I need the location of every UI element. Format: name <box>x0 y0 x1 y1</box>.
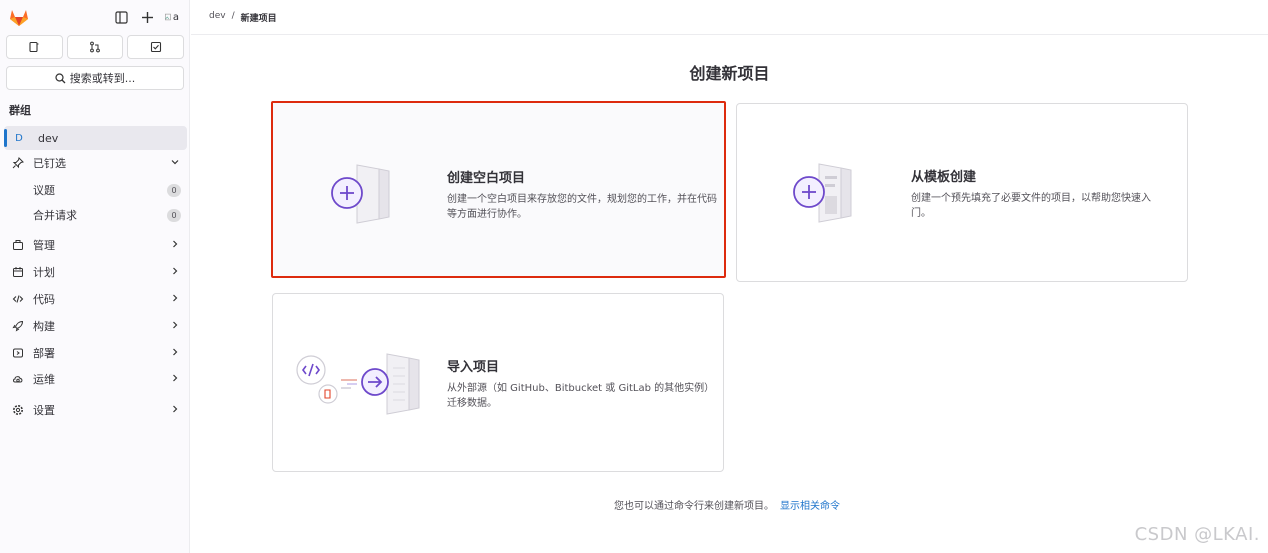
footer-note: 您也可以通过命令行来创建新项目。 显示相关命令 <box>614 497 840 512</box>
breadcrumb-item-dev[interactable]: dev <box>209 11 226 24</box>
chevron-right-icon <box>173 267 178 275</box>
sidebar-item-group-dev[interactable]: D dev <box>4 126 187 150</box>
sidebar-top: a <box>8 7 185 29</box>
card-title: 导入项目 <box>447 360 500 375</box>
group-name: dev <box>38 131 59 145</box>
sidebar: a 搜索或转到... 群组 D dev 已钉选 议题 0 合并请求 0 管理 计… <box>0 0 190 553</box>
sidebar-item-label: 管理 <box>33 239 55 252</box>
active-indicator <box>4 129 7 147</box>
sidebar-item-manage[interactable]: 管理 <box>4 233 187 257</box>
count-badge: 0 <box>167 184 181 197</box>
chevron-right-icon <box>173 348 178 356</box>
header-divider <box>191 34 1268 35</box>
search-icon <box>55 72 66 83</box>
create-blank-project-card[interactable]: 创建空白项目 创建一个空白项目来存放您的文件，规划您的工作，并在代码等方面进行协… <box>271 101 726 278</box>
group-initial-avatar: D <box>15 132 23 144</box>
sidebar-item-operate[interactable]: 运维 <box>4 367 187 391</box>
sidebar-item-label: 构建 <box>33 320 55 333</box>
sidebar-item-deploy[interactable]: 部署 <box>4 341 187 365</box>
gitlab-logo-icon[interactable] <box>8 7 30 27</box>
sidebar-item-label: 运维 <box>33 373 55 386</box>
calendar-icon <box>11 265 25 279</box>
chevron-right-icon <box>173 374 178 382</box>
watermark: CSDN @LKAI. <box>1134 524 1260 545</box>
deploy-icon <box>11 346 25 360</box>
import-project-card[interactable]: 导入项目 从外部源（如 GitHub、Bitbucket 或 GitLab 的其… <box>272 293 724 472</box>
import-illustration-icon <box>296 353 420 415</box>
avatar-alt-text: a <box>172 11 179 23</box>
card-title: 创建空白项目 <box>447 171 526 186</box>
todo-button[interactable] <box>127 35 185 59</box>
code-icon <box>11 292 25 306</box>
sidebar-item-merge-requests[interactable]: 合并请求 0 <box>4 203 187 227</box>
sidebar-item-label: 部署 <box>33 347 55 360</box>
sidebar-item-pinned[interactable]: 已钉选 <box>4 151 187 175</box>
pin-icon <box>11 156 25 170</box>
issues-icon <box>29 41 39 53</box>
sidebar-top-actions: a <box>113 8 181 26</box>
sidebar-item-label: 设置 <box>33 404 55 417</box>
sidebar-item-code[interactable]: 代码 <box>4 287 187 311</box>
chevron-down-icon <box>171 160 179 165</box>
chevron-right-icon <box>173 294 178 302</box>
chevron-right-icon <box>173 405 178 413</box>
sidebar-item-label: 合并请求 <box>33 209 77 222</box>
avatar[interactable]: a <box>165 8 181 26</box>
create-from-template-card[interactable]: 从模板创建 创建一个预先填充了必要文件的项目，以帮助您快速入门。 <box>736 103 1188 282</box>
rocket-icon <box>11 319 25 333</box>
sidebar-item-label: 已钉选 <box>33 157 66 170</box>
blank-project-illustration-icon <box>331 164 390 224</box>
search-button[interactable]: 搜索或转到... <box>6 66 184 90</box>
quick-actions <box>6 35 185 59</box>
merge-requests-button[interactable] <box>66 35 124 59</box>
count-badge: 0 <box>167 209 181 222</box>
sidebar-item-issues[interactable]: 议题 0 <box>4 178 187 202</box>
show-commands-link[interactable]: 显示相关命令 <box>780 501 840 512</box>
chevron-right-icon <box>173 321 178 329</box>
merge-request-icon <box>90 41 100 53</box>
cloud-gear-icon <box>11 372 25 386</box>
briefcase-icon <box>11 238 25 252</box>
collapse-sidebar-icon[interactable] <box>113 8 129 26</box>
sidebar-item-label: 代码 <box>33 293 55 306</box>
search-label: 搜索或转到... <box>69 72 136 85</box>
plus-icon[interactable] <box>139 8 155 26</box>
card-description: 从外部源（如 GitHub、Bitbucket 或 GitLab 的其他实例）迁… <box>447 383 715 409</box>
card-description: 创建一个空白项目来存放您的文件，规划您的工作，并在代码等方面进行协作。 <box>447 194 717 220</box>
card-title: 从模板创建 <box>911 170 977 185</box>
page-title: 创建新项目 <box>689 64 770 83</box>
footer-note-text: 您也可以通过命令行来创建新项目。 <box>614 501 774 512</box>
gear-icon <box>11 403 25 417</box>
card-description: 创建一个预先填充了必要文件的项目，以帮助您快速入门。 <box>911 193 1151 219</box>
breadcrumb-item-current[interactable]: 新建项目 <box>241 11 277 24</box>
sidebar-item-settings[interactable]: 设置 <box>4 398 187 422</box>
breadcrumb-separator: / <box>231 11 235 21</box>
sidebar-item-label: 议题 <box>33 184 55 197</box>
sidebar-item-build[interactable]: 构建 <box>4 314 187 338</box>
section-label-groups: 群组 <box>9 104 31 117</box>
issues-button[interactable] <box>6 35 63 59</box>
chevron-right-icon <box>173 240 178 248</box>
template-illustration-icon <box>793 163 852 223</box>
sidebar-item-label: 计划 <box>33 266 55 279</box>
sidebar-item-plan[interactable]: 计划 <box>4 260 187 284</box>
todo-icon <box>150 41 161 53</box>
breadcrumb: dev / 新建项目 <box>209 11 277 24</box>
